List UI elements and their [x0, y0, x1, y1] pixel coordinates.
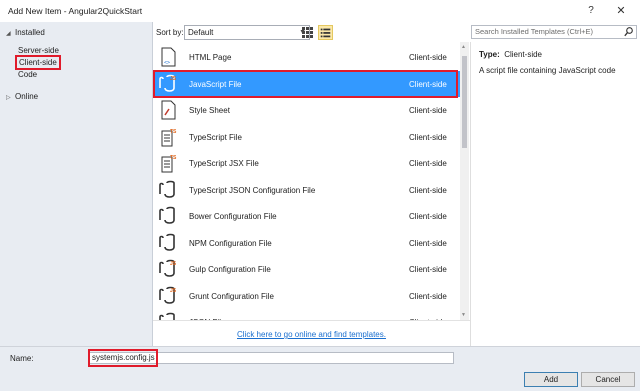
add-button[interactable]: Add [524, 372, 578, 387]
scrollbar-thumb[interactable] [462, 56, 467, 148]
svg-text:JS: JS [170, 288, 177, 294]
template-category: Client-side [409, 291, 447, 301]
svg-text:TS: TS [170, 129, 177, 135]
tree-node-code[interactable]: Code [18, 70, 37, 79]
template-item[interactable]: Bower Configuration File Client-side [153, 203, 460, 229]
template-category: Client-side [409, 238, 447, 248]
tree-node-installed[interactable]: ◢ Installed [6, 28, 45, 37]
svg-text:JS: JS [170, 261, 177, 267]
list-view-icon[interactable] [318, 25, 333, 40]
client-side-highlight-box [15, 55, 61, 70]
javascript-config-icon: JS [159, 259, 177, 277]
template-category: Client-side [409, 159, 447, 168]
template-name: Style Sheet [189, 106, 230, 115]
template-name: NPM Configuration File [189, 238, 272, 248]
svg-text:TS: TS [170, 155, 177, 161]
json-config-icon [159, 180, 175, 198]
details-pane: Type: Client-side A script file containi… [470, 42, 640, 346]
typescript-jsx-file-icon: TS [161, 155, 177, 173]
template-name: TypeScript File [189, 132, 242, 142]
cancel-button[interactable]: Cancel [581, 372, 635, 387]
search-placeholder: Search Installed Templates (Ctrl+E) [475, 27, 594, 36]
template-item[interactable]: TS TypeScript File Client-side [153, 124, 460, 150]
tree-node-server-side[interactable]: Server-side [18, 46, 59, 55]
category-tree: ◢ Installed Server-side Client-side Code … [0, 22, 153, 346]
close-button[interactable]: ✕ [614, 4, 628, 18]
collapse-arrow-icon[interactable]: ◢ [6, 30, 15, 37]
template-category: Client-side [409, 53, 447, 62]
typescript-file-icon: TS [161, 129, 177, 146]
scroll-up-arrow-icon[interactable]: ▲ [461, 44, 466, 50]
type-label: Type: [479, 50, 500, 59]
search-input[interactable]: Search Installed Templates (Ctrl+E) [471, 25, 637, 39]
expand-arrow-icon[interactable]: ▷ [6, 94, 15, 101]
name-highlight-box [88, 349, 158, 367]
template-item[interactable]: <> HTML Page Client-side [153, 44, 460, 70]
template-item[interactable]: NPM Configuration File Client-side [153, 230, 460, 256]
json-config-icon [159, 206, 175, 224]
type-line: Type: Client-side [479, 50, 542, 59]
template-description: A script file containing JavaScript code [479, 66, 616, 75]
template-category: Client-side [409, 265, 447, 274]
type-value: Client-side [504, 50, 542, 59]
template-name: Grunt Configuration File [189, 291, 274, 301]
online-templates-link[interactable]: Click here to go online and find templat… [153, 320, 470, 346]
template-name: TypeScript JSON Configuration File [189, 185, 316, 195]
template-name: TypeScript JSX File [189, 159, 259, 168]
sort-toolbar: Sort by: Default ▼ [153, 22, 470, 42]
grid-view-icon[interactable] [301, 26, 314, 39]
template-item[interactable]: Style Sheet Client-side [153, 97, 460, 123]
title-bar: Add New Item - Angular2QuickStart ? ✕ [0, 0, 640, 22]
html-page-icon: <> [161, 47, 176, 67]
template-category: Client-side [409, 132, 447, 142]
window-title: Add New Item - Angular2QuickStart [8, 6, 143, 16]
scroll-down-arrow-icon[interactable]: ▼ [461, 312, 466, 318]
template-name: Gulp Configuration File [189, 265, 271, 274]
template-item[interactable]: JS Grunt Configuration File Client-side [153, 283, 460, 309]
json-config-icon [159, 312, 175, 320]
sort-dropdown[interactable]: Default ▼ [184, 25, 310, 40]
sort-value: Default [188, 28, 214, 37]
sort-label: Sort by: [156, 28, 184, 37]
template-category: Client-side [409, 185, 447, 195]
template-name: Bower Configuration File [189, 212, 277, 221]
template-category: Client-side [409, 212, 447, 221]
svg-text:<>: <> [164, 60, 170, 66]
style-sheet-icon [161, 100, 176, 120]
tree-node-online[interactable]: ▷ Online [6, 92, 38, 101]
json-config-icon [159, 233, 175, 251]
name-label: Name: [10, 354, 34, 363]
javascript-file-highlight-box [153, 70, 458, 98]
template-name: HTML Page [189, 53, 232, 62]
template-item[interactable]: TypeScript JSON Configuration File Client… [153, 177, 460, 203]
template-item[interactable]: JS Gulp Configuration File Client-side [153, 256, 460, 282]
template-item[interactable]: TS TypeScript JSX File Client-side [153, 150, 460, 176]
template-item[interactable]: JSON FileClient-side [153, 309, 460, 320]
search-icon [624, 27, 633, 37]
javascript-config-icon: JS [159, 286, 177, 304]
help-button[interactable]: ? [584, 4, 598, 18]
template-category: Client-side [409, 106, 447, 115]
